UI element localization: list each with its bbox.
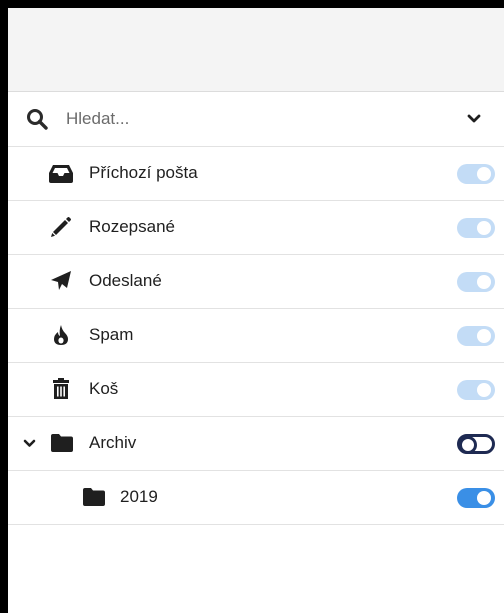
folder-panel: Příchozí pošta Rozepsané Odeslané Spam [8,8,504,613]
subscription-toggle[interactable] [457,218,495,238]
folder-item-inbox[interactable]: Příchozí pošta [8,147,504,201]
folder-label: Archiv [89,433,137,452]
folder-label: Spam [89,325,134,344]
chevron-down-icon[interactable] [467,113,481,124]
folder-item-2019[interactable]: 2019 [8,471,504,525]
inbox-icon [49,165,73,183]
pencil-icon [51,217,71,237]
folder-label: Koš [89,379,119,398]
folder-label: Příchozí pošta [89,163,198,182]
chevron-down-icon[interactable] [23,438,36,449]
folder-label: Odeslané [89,271,162,290]
subscription-toggle[interactable] [457,164,495,184]
paper-plane-icon [51,271,71,290]
search-icon [27,109,48,130]
fire-icon [54,325,68,345]
subscription-toggle[interactable] [457,380,495,400]
subscription-toggle[interactable] [457,488,495,508]
subscription-toggle[interactable] [457,272,495,292]
folder-item-drafts[interactable]: Rozepsané [8,201,504,255]
subscription-toggle[interactable] [457,326,495,346]
folder-icon [83,488,105,506]
trash-icon [53,378,69,399]
folder-item-archive[interactable]: Archiv [8,417,504,471]
search-bar [8,92,504,147]
folder-icon [51,434,73,452]
subscription-toggle[interactable] [457,434,495,454]
folder-item-trash[interactable]: Koš [8,363,504,417]
folder-item-sent[interactable]: Odeslané [8,255,504,309]
folder-label: Rozepsané [89,217,176,236]
folder-label: 2019 [120,487,158,506]
folder-item-spam[interactable]: Spam [8,309,504,363]
panel-header [8,8,504,92]
search-input[interactable] [66,105,446,133]
